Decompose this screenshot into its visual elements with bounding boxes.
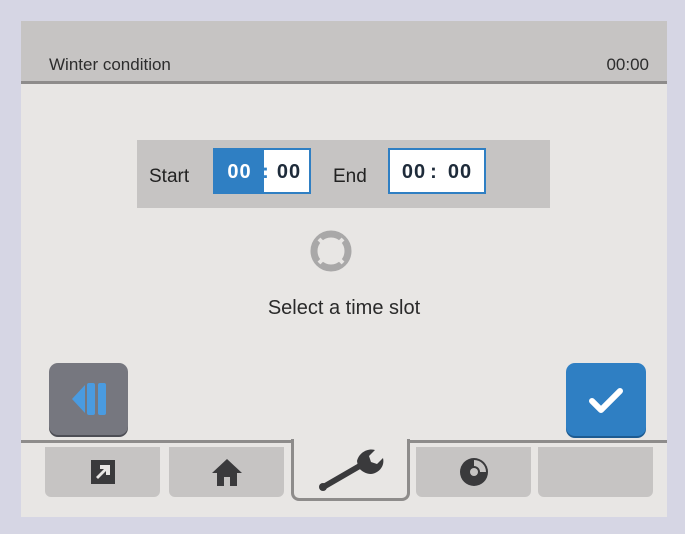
- tab-settings[interactable]: [291, 439, 410, 501]
- tab-shortcut[interactable]: [45, 447, 160, 497]
- confirm-button[interactable]: [566, 363, 646, 436]
- start-time-field[interactable]: 00 : 00: [213, 148, 311, 194]
- end-label: End: [333, 166, 367, 187]
- tab-bar-divider-left: [21, 440, 292, 443]
- instruction-text: Select a time slot: [267, 297, 421, 319]
- end-time-field[interactable]: 00 : 00: [388, 148, 486, 194]
- tab-program[interactable]: [416, 447, 531, 497]
- lifebuoy-icon: [310, 230, 352, 272]
- end-time-separator: :: [430, 161, 438, 183]
- tab-home[interactable]: [169, 447, 284, 497]
- end-minutes-field[interactable]: 00: [442, 150, 478, 192]
- time-slot-panel: Start 00 : 00 End 00 : 00: [137, 140, 550, 208]
- start-minutes-field[interactable]: 00: [271, 150, 307, 192]
- page-title: Winter condition: [49, 55, 171, 74]
- start-label: Start: [149, 166, 190, 187]
- end-hours-field[interactable]: 00: [397, 150, 431, 192]
- tab-bar-divider-right: [408, 440, 667, 443]
- start-hours-field[interactable]: 00: [215, 150, 264, 192]
- device-screen: Winter condition 00:00 Start 00 : 00 End…: [21, 21, 667, 517]
- clock-display: 00:00: [606, 55, 649, 74]
- back-button[interactable]: [49, 363, 128, 435]
- header-bar: Winter condition 00:00: [21, 21, 667, 84]
- start-time-separator: :: [262, 161, 270, 183]
- tab-empty[interactable]: [538, 447, 653, 497]
